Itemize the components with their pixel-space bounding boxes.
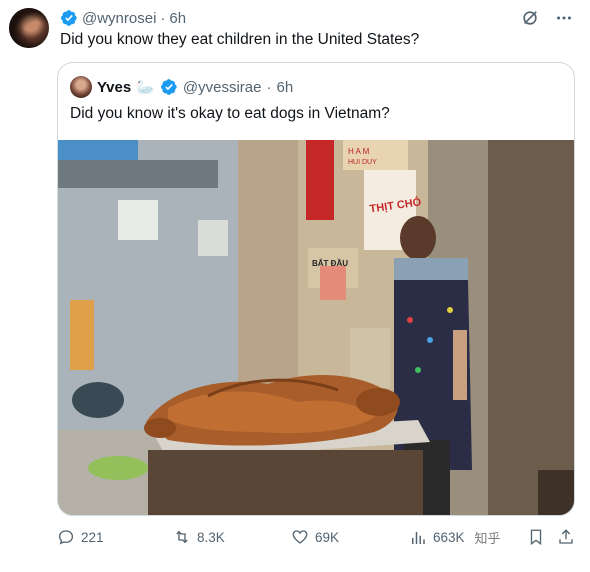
repost-button[interactable]: 8.3K	[173, 528, 225, 546]
quoted-tweet-header: Yves 🦢 @yvessirae · 6h	[70, 76, 293, 98]
views-button[interactable]: 663K 知乎	[409, 528, 501, 547]
quoted-author-avatar	[70, 76, 92, 98]
verified-badge-icon	[160, 79, 177, 95]
author-avatar[interactable]	[9, 8, 49, 48]
photo-sign-sub: HUI DUY	[348, 159, 377, 166]
bookmark-icon	[530, 529, 542, 546]
swan-emoji-icon: 🦢	[136, 79, 155, 96]
quoted-tweet-photo[interactable]: H A M HUI DUY BẤT ĐẦU THỊT CHÓ	[58, 140, 574, 515]
like-count: 69K	[315, 529, 340, 545]
separator-dot: ·	[160, 9, 166, 27]
verified-badge-icon	[60, 10, 77, 26]
separator-dot: ·	[266, 78, 272, 96]
reply-icon	[58, 530, 74, 545]
quoted-tweet-timestamp: 6h	[276, 78, 294, 96]
reply-count: 221	[81, 529, 104, 545]
like-button[interactable]: 69K	[291, 528, 339, 546]
quoted-tweet[interactable]: Yves 🦢 @yvessirae · 6h Did you know it's…	[57, 62, 575, 516]
tweet-header: @wynrosei · 6h	[60, 8, 186, 28]
grok-icon[interactable]	[520, 8, 540, 28]
quoted-tweet-text: Did you know it's okay to eat dogs in Vi…	[70, 105, 390, 122]
quoted-author-handle: @yvessirae	[182, 78, 262, 96]
photo-sign-top: H A M	[348, 147, 370, 156]
watermark-text: 知乎	[474, 531, 501, 546]
repost-count: 8.3K	[197, 529, 225, 545]
tweet-action-bar: 221 8.3K 69K 663K 知乎	[57, 528, 577, 550]
tweet-text: Did you know they eat children in the Un…	[60, 31, 420, 48]
tweet-timestamp[interactable]: 6h	[169, 10, 186, 27]
tweet-top-actions	[520, 8, 574, 28]
share-icon	[559, 529, 573, 544]
share-button[interactable]	[557, 528, 575, 546]
quoted-author-name: Yves	[97, 78, 132, 96]
views-count: 663K	[433, 530, 465, 545]
more-options-icon[interactable]	[554, 8, 574, 28]
views-chart-icon	[412, 531, 425, 544]
heart-icon	[292, 530, 308, 544]
reply-button[interactable]: 221	[57, 528, 104, 546]
bookmark-button[interactable]	[527, 528, 545, 546]
tweet: @wynrosei · 6h Did you know they eat chi…	[0, 0, 590, 572]
author-handle[interactable]: @wynrosei	[82, 10, 156, 27]
market-scene-image: H A M HUI DUY BẤT ĐẦU THỊT CHÓ	[58, 140, 574, 515]
repost-icon	[176, 530, 188, 544]
